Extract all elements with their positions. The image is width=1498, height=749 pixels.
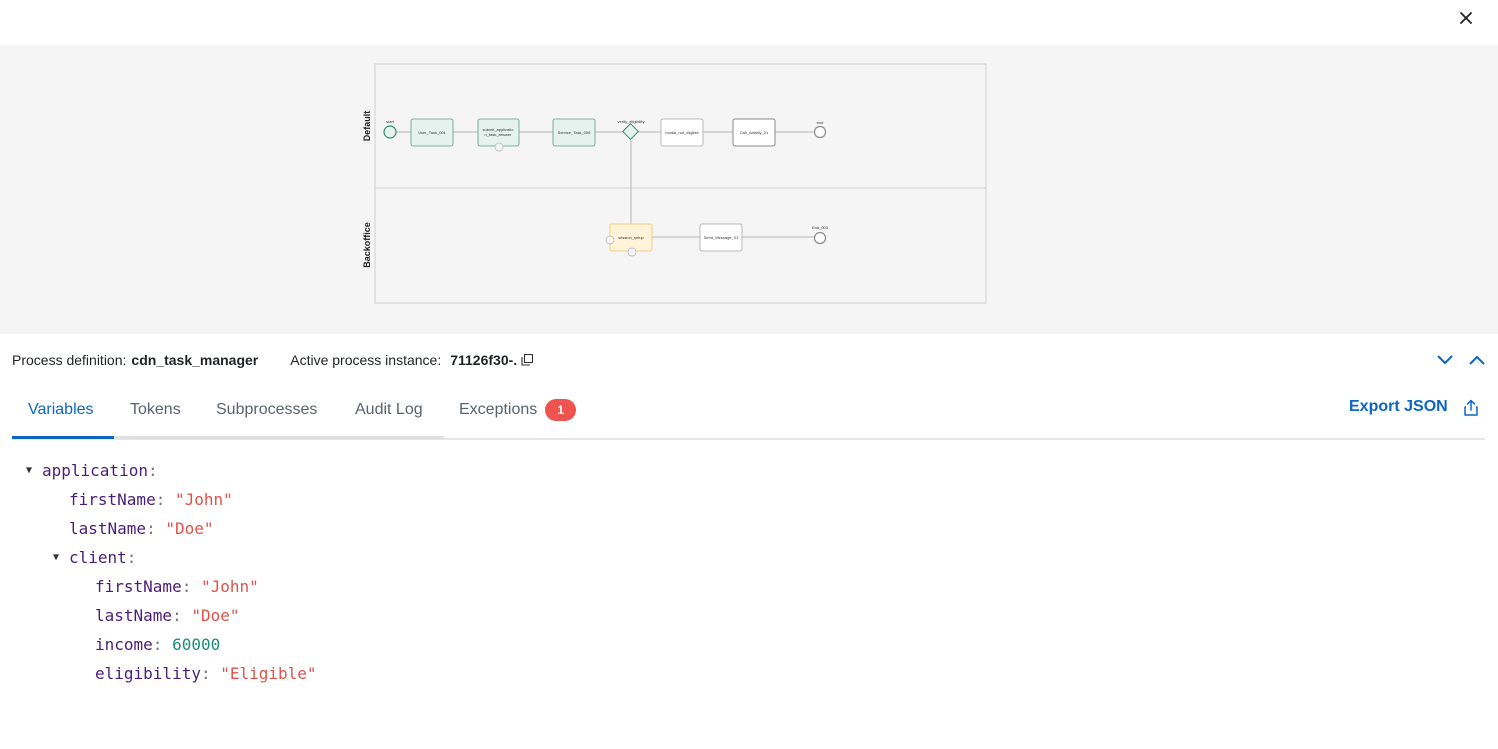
start-event-label: start: [386, 119, 395, 124]
json-key: income: [95, 635, 153, 654]
process-definition-label: Process definition:: [12, 352, 127, 368]
json-key: application: [42, 461, 148, 480]
collapse-caret-icon[interactable]: ▼: [53, 546, 59, 570]
expand-up-button[interactable]: [1466, 349, 1488, 371]
tab-bar: Variables Tokens Subprocesses Audit Log …: [12, 382, 1485, 440]
json-value: "John": [200, 577, 259, 596]
tab-exceptions[interactable]: Exceptions 1: [459, 382, 577, 438]
end-event-2[interactable]: [813, 231, 827, 245]
end-event-2-label: End_003: [812, 225, 829, 230]
tab-exceptions-label: Exceptions: [459, 401, 538, 418]
tab-tokens[interactable]: Tokens: [130, 382, 181, 438]
collapse-caret-icon[interactable]: ▼: [26, 459, 32, 483]
chevron-up-icon: [1469, 356, 1485, 365]
json-key: client: [69, 548, 127, 567]
json-value: "Eligible": [220, 664, 317, 683]
user-task-label: User_Task_001: [418, 130, 447, 135]
process-info-bar: Process definition: cdn_task_manager Act…: [12, 348, 534, 372]
share-export-icon[interactable]: [1462, 399, 1480, 417]
session-setup-label: session_setup: [618, 235, 644, 240]
send-message-label: Send_Message_01: [704, 235, 739, 240]
export-json-button[interactable]: Export JSON: [1349, 398, 1448, 416]
service-task-label: Service_Task_006: [558, 130, 591, 135]
bpmn-canvas: Default Backoffice start User_Task_001 s…: [362, 63, 987, 304]
modal-task-label: modal_not_eligible: [665, 130, 699, 135]
process-instance-label: Active process instance:: [290, 352, 442, 368]
process-definition-value: cdn_task_manager: [131, 352, 259, 368]
boundary-event-icon: [605, 235, 615, 245]
end-event[interactable]: [813, 125, 827, 139]
json-key: firstName: [95, 577, 182, 596]
end-event-label: end: [817, 120, 824, 125]
json-value: "Doe": [191, 606, 240, 625]
collapse-down-button[interactable]: [1434, 349, 1456, 371]
copy-icon[interactable]: [521, 354, 534, 366]
submit-task-label-2: n_task_answer: [485, 132, 513, 137]
tab-active-indicator: [12, 436, 114, 439]
tab-audit-log[interactable]: Audit Log: [355, 382, 423, 438]
tab-underline-inactive: [114, 436, 444, 439]
close-button[interactable]: [1455, 7, 1477, 29]
process-diagram[interactable]: Default Backoffice start User_Task_001 s…: [0, 45, 1498, 334]
gateway-label: verify_eligibility: [618, 119, 645, 124]
json-key: lastName: [69, 519, 147, 538]
pool: [374, 63, 987, 304]
timer-boundary-icon: [494, 142, 504, 152]
lane-label-backoffice: Backoffice: [362, 222, 372, 268]
json-value: "Doe": [165, 519, 214, 538]
json-key: eligibility: [95, 664, 201, 683]
call-activity-label: Call_Activity_01: [740, 130, 769, 135]
tab-subprocesses[interactable]: Subprocesses: [216, 382, 317, 438]
start-event[interactable]: [383, 125, 397, 139]
exceptions-count-badge: 1: [545, 399, 577, 421]
chevron-down-icon: [1437, 355, 1453, 364]
close-icon: [1460, 12, 1472, 24]
tab-variables[interactable]: Variables: [28, 382, 94, 438]
json-value: "John": [174, 490, 233, 509]
json-value: 60000: [172, 635, 221, 654]
process-instance-value: 71126f30-.: [450, 352, 518, 368]
json-key: lastName: [95, 606, 173, 625]
lane-label-default: Default: [362, 111, 372, 142]
json-key: firstName: [69, 490, 156, 509]
timer-boundary-icon-2: [627, 247, 637, 257]
